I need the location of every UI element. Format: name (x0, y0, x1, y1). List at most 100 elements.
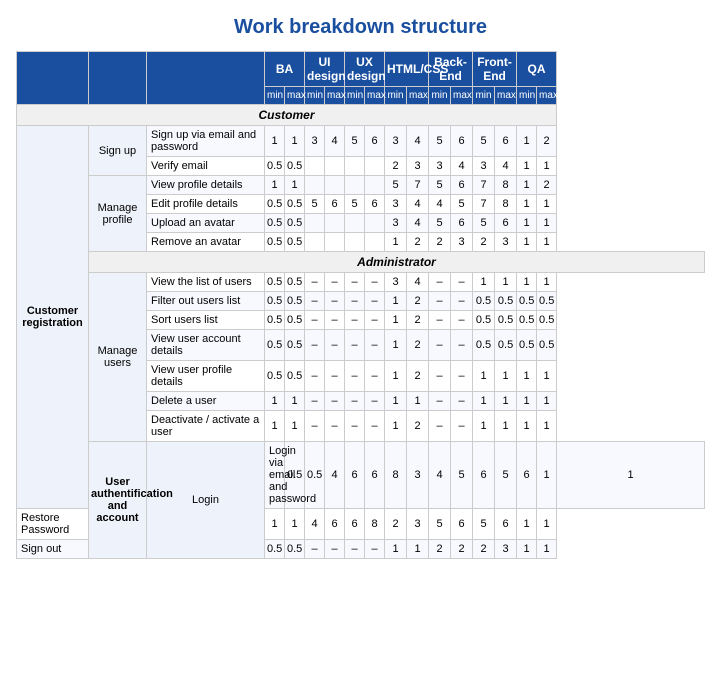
qa-min: min (517, 87, 537, 105)
table-cell: 2 (473, 233, 495, 252)
table-cell: – (345, 273, 365, 292)
table-cell: 1 (517, 176, 537, 195)
col-fe: Front-End (473, 52, 517, 87)
be-max: max (451, 87, 473, 105)
table-cell: 5 (473, 214, 495, 233)
html-min: min (385, 87, 407, 105)
table-cell: 6 (451, 176, 473, 195)
table-cell: 1 (285, 126, 305, 157)
table-cell: 1 (495, 273, 517, 292)
table-cell: 6 (451, 126, 473, 157)
table-cell: 4 (407, 214, 429, 233)
table-cell: 0.5 (285, 311, 305, 330)
table-cell: – (365, 330, 385, 361)
table-cell: 3 (429, 157, 451, 176)
table-cell: 0.5 (285, 292, 305, 311)
usecase-cell: Sign out (17, 540, 89, 559)
usecase-cell: Edit profile details (147, 195, 265, 214)
table-cell: – (365, 540, 385, 559)
table-cell: 1 (473, 392, 495, 411)
col-ux: UX design (345, 52, 385, 87)
table-cell: 3 (385, 195, 407, 214)
table-cell: 8 (495, 176, 517, 195)
table-cell: 0.5 (285, 233, 305, 252)
usecase-cell: View user profile details (147, 361, 265, 392)
table-cell (305, 176, 325, 195)
table-cell (365, 233, 385, 252)
table-cell: 1 (265, 392, 285, 411)
flow-cell: Login (147, 442, 265, 559)
header-row-top: BA UI design UX design HTML/CSS Back-End… (17, 52, 705, 87)
table-cell: 0.5 (517, 330, 537, 361)
table-cell: – (325, 411, 345, 442)
table-cell: 2 (407, 361, 429, 392)
table-cell: 1 (495, 361, 517, 392)
table-cell: 1 (385, 411, 407, 442)
table-cell: 4 (451, 157, 473, 176)
table-cell: 6 (345, 442, 365, 509)
table-cell: – (345, 292, 365, 311)
table-cell: – (305, 411, 325, 442)
usecase-cell: Delete a user (147, 392, 265, 411)
table-cell: 1 (385, 392, 407, 411)
table-cell: – (429, 411, 451, 442)
table-cell: 1 (517, 273, 537, 292)
table-cell: – (429, 330, 451, 361)
qa-max: max (537, 87, 557, 105)
table-cell: 5 (495, 442, 517, 509)
table-cell: 0.5 (265, 233, 285, 252)
table-cell: 2 (407, 233, 429, 252)
table-cell: 6 (495, 126, 517, 157)
table-cell: – (325, 361, 345, 392)
usecase-cell: Restore Password (17, 509, 89, 540)
ba-min: min (265, 87, 285, 105)
table-cell: 1 (537, 214, 557, 233)
section-label-row: Administrator (17, 252, 705, 273)
usecase-cell: Remove an avatar (147, 233, 265, 252)
table-cell: – (451, 330, 473, 361)
flow-cell: Manage profile (89, 176, 147, 252)
table-cell: 1 (517, 157, 537, 176)
table-cell: 5 (451, 195, 473, 214)
table-cell: 0.5 (517, 292, 537, 311)
table-cell: 8 (365, 509, 385, 540)
table-cell: 6 (495, 509, 517, 540)
table-cell: 1 (265, 509, 285, 540)
table-cell: 0.5 (285, 330, 305, 361)
table-cell: 0.5 (265, 311, 285, 330)
table-cell (365, 214, 385, 233)
table-cell: 1 (495, 411, 517, 442)
table-cell (365, 157, 385, 176)
table-cell: 1 (385, 233, 407, 252)
table-cell: 1 (285, 176, 305, 195)
table-cell: 0.5 (265, 361, 285, 392)
table-cell: 1 (537, 195, 557, 214)
table-cell: 0.5 (265, 195, 285, 214)
table-cell: – (345, 361, 365, 392)
usecase-cell: Verify email (147, 157, 265, 176)
table-cell: – (429, 361, 451, 392)
table-cell: 0.5 (517, 311, 537, 330)
flow-cell: Sign up (89, 126, 147, 176)
table-cell: 7 (473, 195, 495, 214)
table-cell: – (305, 392, 325, 411)
table-cell: 0.5 (285, 195, 305, 214)
table-cell (365, 176, 385, 195)
table-cell: 2 (451, 540, 473, 559)
table-cell: 5 (385, 176, 407, 195)
table-cell: – (325, 540, 345, 559)
table-cell (325, 157, 345, 176)
table-cell: 0.5 (537, 292, 557, 311)
table-cell: 0.5 (537, 330, 557, 361)
table-cell: 0.5 (265, 214, 285, 233)
table-cell: 1 (537, 233, 557, 252)
table-cell: – (365, 273, 385, 292)
table-cell: 5 (305, 195, 325, 214)
table-cell: 5 (429, 214, 451, 233)
table-row: Customer registrationSign upSign up via … (17, 126, 705, 157)
table-cell: 6 (365, 442, 385, 509)
table-cell: – (325, 330, 345, 361)
table-cell: 2 (407, 411, 429, 442)
table-cell: 1 (265, 126, 285, 157)
table-cell: 5 (429, 176, 451, 195)
